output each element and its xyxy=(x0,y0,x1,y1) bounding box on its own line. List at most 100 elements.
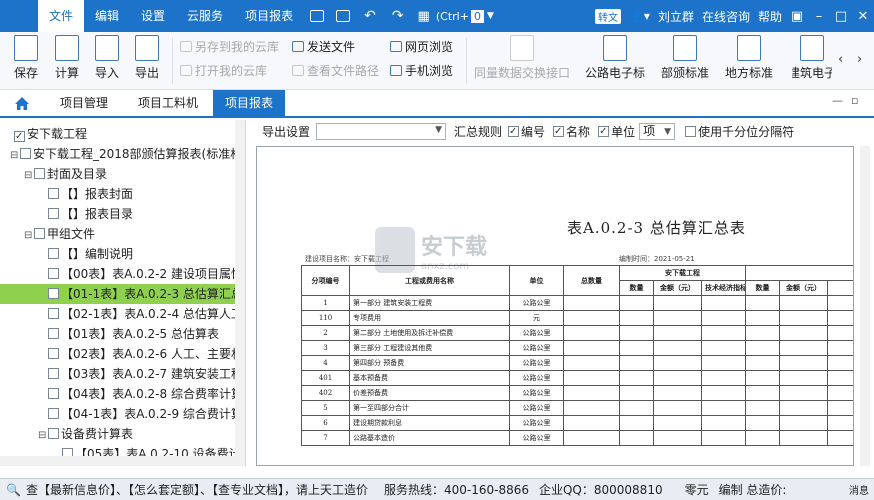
name-checkbox[interactable] xyxy=(553,125,565,137)
cell-name: 公路基本造价 xyxy=(349,430,510,446)
save-to-cloud-button[interactable]: 另存到我的云库 xyxy=(180,38,279,55)
checkbox[interactable] xyxy=(48,388,59,399)
checkbox[interactable] xyxy=(48,208,59,219)
checkbox[interactable] xyxy=(48,328,59,339)
unit-select[interactable]: 项 ▼ xyxy=(639,122,676,140)
preview-vertical-scrollbar[interactable] xyxy=(860,146,870,466)
tree-item[interactable]: ⊟ 封面及目录 xyxy=(24,164,107,184)
user-name[interactable]: 刘立群 xyxy=(654,8,698,25)
import-button[interactable]: 导入 xyxy=(95,35,119,81)
grid-icon[interactable]: ▦ xyxy=(418,9,430,24)
checkbox[interactable] xyxy=(48,308,59,319)
tree-item[interactable]: 【04-1表】表A.0.2-9 综合费计算表 xyxy=(38,404,245,424)
open-cloud-button[interactable]: 打开我的云库 xyxy=(180,62,267,79)
view-path-button[interactable]: 查看文件路径 xyxy=(292,62,379,79)
copy-icon[interactable] xyxy=(310,10,325,22)
scroll-right-icon[interactable]: › xyxy=(857,52,862,67)
badge[interactable]: 转文 xyxy=(594,8,621,24)
checkbox[interactable] xyxy=(48,188,59,199)
menu-cloud[interactable]: 云服务 xyxy=(176,0,234,32)
checkbox[interactable] xyxy=(48,288,59,299)
collapse-icon[interactable]: ⊟ xyxy=(10,146,20,166)
checkbox[interactable] xyxy=(34,168,45,179)
checkbox[interactable] xyxy=(48,248,59,259)
collapse-icon[interactable]: ⊟ xyxy=(38,426,48,446)
save-button[interactable]: 保存 xyxy=(14,35,38,81)
collapse-icon[interactable]: — xyxy=(832,94,843,107)
collapse-icon[interactable]: ⊟ xyxy=(24,226,34,246)
code-checkbox[interactable] xyxy=(508,125,520,137)
checkbox[interactable] xyxy=(34,228,45,239)
minimize-icon[interactable]: – xyxy=(808,9,830,24)
tree-item[interactable]: 【03表】表A.0.2-7 建筑安装工程费 xyxy=(38,364,246,384)
dropdown-icon[interactable]: ▼ xyxy=(487,11,494,21)
menu-project-report[interactable]: 项目报表 xyxy=(234,0,304,32)
online-service[interactable]: 在线咨询 xyxy=(698,8,754,25)
unit-checkbox[interactable] xyxy=(598,125,610,137)
checkbox[interactable] xyxy=(48,408,59,419)
tree-item[interactable]: 【】报表目录 xyxy=(38,204,133,224)
thousand-separator-checkbox[interactable] xyxy=(685,125,697,137)
service-hotline: 服务热线：400-160-8866 xyxy=(383,483,529,497)
message-button[interactable]: 消息 xyxy=(844,482,874,497)
restore-icon[interactable]: ▣ xyxy=(786,9,808,24)
checkbox[interactable] xyxy=(14,131,25,142)
dept-standard-button[interactable]: 部颁标准 xyxy=(661,35,709,81)
search-icon[interactable]: 🔍 xyxy=(0,483,21,497)
home-icon[interactable] xyxy=(14,96,30,111)
tree-item[interactable]: 【02-1表】表A.0.2-4 总估算人工、 xyxy=(38,304,245,324)
tree-item[interactable]: 【01表】表A.0.2-5 总估算表 xyxy=(38,324,219,344)
tree-item[interactable]: 【】报表封面 xyxy=(38,184,133,204)
sync-interface-button[interactable]: 同量数据交换接口 xyxy=(474,35,570,81)
menu-file[interactable]: 文件 xyxy=(38,0,85,32)
collapse-icon[interactable]: ⊟ xyxy=(24,166,34,186)
paste-icon[interactable] xyxy=(336,10,351,22)
menu-settings[interactable]: 设置 xyxy=(130,0,176,32)
status-bar: 🔍 查【最新信息价】、【怎么套定额】、【查专业文档】，请上天工造价 服务热线：4… xyxy=(0,478,874,500)
divider xyxy=(466,38,467,84)
highway-button[interactable]: 公路电子标 xyxy=(585,35,645,81)
tab-project-report[interactable]: 项目报表 xyxy=(213,90,286,116)
tree-item[interactable]: 【01-1表】表A.0.2-3 总估算汇总表 xyxy=(0,284,245,304)
tree-item-label: 【03表】表A.0.2-7 建筑安装工程费 xyxy=(61,367,246,381)
checkbox[interactable] xyxy=(48,368,59,379)
info-links[interactable]: 查【最新信息价】、【怎么套定额】、【查专业文档】，请上天工造价 xyxy=(21,481,373,498)
tree-header[interactable]: 安下载工程 xyxy=(14,124,87,144)
tab-materials[interactable]: 项目工料机 xyxy=(126,90,210,116)
checkbox[interactable] xyxy=(48,428,59,439)
undo-icon[interactable]: ↶ xyxy=(364,8,376,24)
close-icon[interactable]: ✕ xyxy=(852,9,874,24)
phone-view-button[interactable]: 手机浏览 xyxy=(390,62,453,79)
checkbox[interactable] xyxy=(48,348,59,359)
cell-empty xyxy=(701,310,746,326)
send-file-button[interactable]: 发送文件 xyxy=(292,38,355,55)
menu-edit[interactable]: 编辑 xyxy=(84,0,130,32)
tree-vertical-scrollbar[interactable] xyxy=(235,120,245,466)
tree-item[interactable]: 【04表】表A.0.2-8 综合费率计算表 xyxy=(38,384,245,404)
tree-item[interactable]: 【02表】表A.0.2-6 人工、主要材料 xyxy=(38,344,245,364)
tree-item[interactable]: 【】编制说明 xyxy=(38,244,133,264)
calc-button[interactable]: 计算 xyxy=(55,35,79,81)
building-button[interactable]: 建筑电子 xyxy=(792,35,832,81)
float-icon[interactable]: ▫ xyxy=(851,94,858,107)
cell-empty xyxy=(826,325,853,341)
export-settings-select[interactable]: ▼ xyxy=(316,122,447,140)
checkbox[interactable] xyxy=(48,268,59,279)
export-button[interactable]: 导出 xyxy=(135,35,159,81)
cell-empty xyxy=(826,385,853,401)
maximize-icon[interactable]: □ xyxy=(830,9,852,24)
scroll-left-icon[interactable]: ‹ xyxy=(838,52,843,67)
tree-item[interactable]: ⊟ 甲组文件 xyxy=(24,224,95,244)
help-menu[interactable]: 帮助 xyxy=(754,8,786,25)
tree-item[interactable]: ⊟ 安下载工程_2018部颁估算报表(标准格 xyxy=(10,144,242,164)
web-view-button[interactable]: 网页浏览 xyxy=(390,38,453,55)
cell-empty xyxy=(745,370,780,386)
tab-project-management[interactable]: 项目管理 xyxy=(48,90,120,116)
tree-horizontal-scrollbar[interactable] xyxy=(0,456,236,466)
local-standard-button[interactable]: 地方标准 xyxy=(725,35,773,81)
tree-item[interactable]: ⊟ 设备费计算表 xyxy=(38,424,133,444)
user-icon[interactable]: 👤▾ xyxy=(625,9,654,23)
redo-icon[interactable]: ↷ xyxy=(392,8,404,24)
checkbox[interactable] xyxy=(20,148,31,159)
tree-item[interactable]: 【00表】表A.0.2-2 建设项目属性及 xyxy=(38,264,245,284)
